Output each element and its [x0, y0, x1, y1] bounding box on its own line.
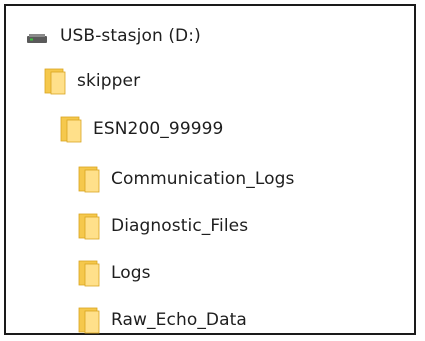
folder-icon	[78, 259, 100, 287]
tree-item-esn200-99999[interactable]: ESN200_99999	[60, 109, 223, 149]
tree-item-communication-logs[interactable]: Communication_Logs	[78, 159, 295, 199]
tree-item-usb-drive[interactable]: USB-stasjon (D:)	[26, 16, 201, 56]
tree-item-label: Raw_Echo_Data	[111, 310, 247, 330]
folder-icon	[78, 306, 100, 334]
tree-item-diagnostic-files[interactable]: Diagnostic_Files	[78, 206, 248, 246]
folder-icon	[78, 165, 100, 193]
tree-item-label: Communication_Logs	[111, 169, 295, 189]
tree-item-skipper[interactable]: skipper	[44, 61, 140, 101]
tree-item-label: ESN200_99999	[93, 119, 224, 139]
usb-drive-icon	[26, 29, 48, 43]
tree-item-label: skipper	[77, 71, 141, 91]
tree-item-raw-echo-data[interactable]: Raw_Echo_Data	[78, 300, 247, 340]
folder-icon	[60, 115, 82, 143]
tree-item-logs[interactable]: Logs	[78, 253, 151, 293]
tree-item-label: USB-stasjon (D:)	[60, 26, 201, 46]
tree-item-label: Logs	[111, 263, 151, 283]
folder-icon	[78, 212, 100, 240]
navigation-tree: USB-stasjon (D:) skipper ESN200_99999 Co…	[4, 4, 416, 335]
folder-icon	[44, 67, 66, 95]
tree-item-label: Diagnostic_Files	[111, 216, 249, 236]
